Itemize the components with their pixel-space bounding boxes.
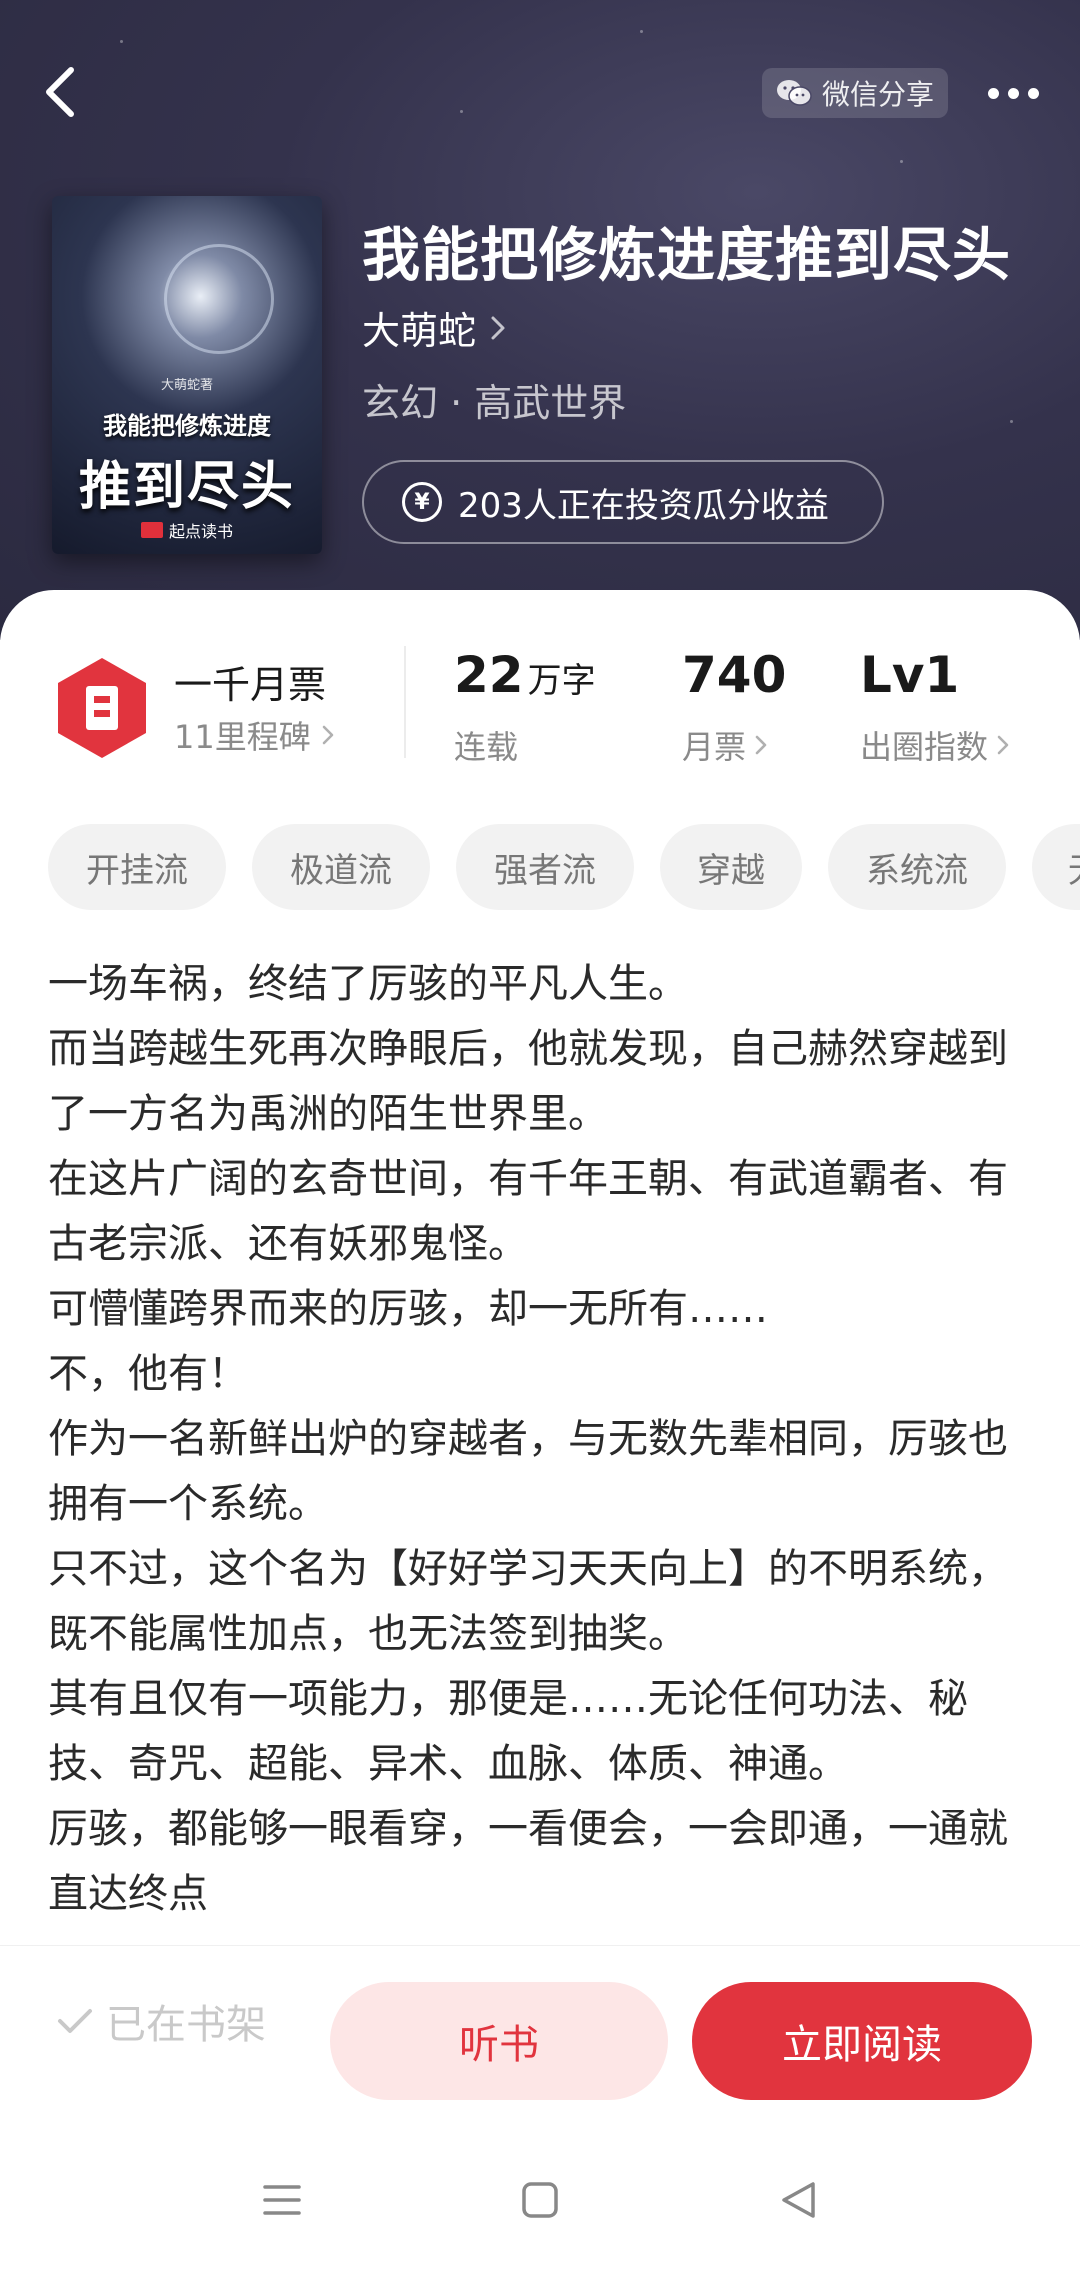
tag-chip[interactable]: 系统流 bbox=[828, 824, 1006, 910]
menu-nav-button[interactable] bbox=[242, 2170, 322, 2230]
book-header: 微信分享 大萌蛇著 我能把修炼进度 推到尽头 起点读书 我能把修炼进度推到尽头 … bbox=[0, 0, 1080, 640]
cover-publisher: 起点读书 bbox=[52, 518, 322, 542]
synopsis-paragraph: 可懵懂跨界而来的厉骇，却一无所有…… bbox=[48, 1286, 768, 1332]
check-icon bbox=[58, 2009, 92, 2033]
home-nav-button[interactable] bbox=[500, 2170, 580, 2230]
on-shelf-label: 已在书架 bbox=[106, 2002, 266, 2048]
stats-divider bbox=[404, 646, 406, 758]
synopsis-paragraph: 其有且仅有一项能力，那便是……无论任何功法、秘技、奇咒、超能、异术、血脉、体质、… bbox=[48, 1676, 968, 1787]
book-cover[interactable]: 大萌蛇著 我能把修炼进度 推到尽头 起点读书 bbox=[52, 196, 322, 554]
milestone-link[interactable]: 11里程碑 bbox=[174, 712, 335, 758]
home-square-icon bbox=[522, 2182, 558, 2218]
share-label: 微信分享 bbox=[821, 78, 934, 111]
more-button[interactable] bbox=[978, 68, 1048, 118]
monthly-ticket-stat[interactable]: 740 月票 bbox=[682, 650, 786, 768]
cover-moon-decoration bbox=[164, 244, 274, 354]
synopsis-paragraph: 在这片广阔的玄奇世间，有千年王朝、有武道霸者、有古老宗派、还有妖邪鬼怪。 bbox=[48, 1156, 1008, 1267]
monthly-ticket-label: 月票 bbox=[682, 728, 747, 766]
listen-button[interactable]: 听书 bbox=[330, 1982, 668, 2100]
serial-status-label: 连载 bbox=[454, 728, 519, 766]
synopsis-paragraph: 而当跨越生死再次睁眼后，他就发现，自己赫然穿越到了一方名为禹洲的陌生世界里。 bbox=[48, 1026, 1008, 1137]
cover-title-line2: 推到尽头 bbox=[78, 457, 295, 517]
synopsis-paragraph: 一场车祸，终结了厉骇的平凡人生。 bbox=[48, 961, 688, 1007]
invest-button[interactable]: ¥ 203人正在投资瓜分收益 bbox=[362, 460, 884, 544]
milestone-title: 一千月票 bbox=[174, 663, 327, 707]
author-link[interactable]: 大萌蛇 bbox=[362, 300, 506, 355]
word-count-value: 22 bbox=[454, 646, 524, 704]
milestone-subtitle: 11里程碑 bbox=[174, 718, 311, 756]
synopsis-paragraph: 厉骇，都能够一眼看穿，一看便会，一会即通，一通就直达终点 bbox=[48, 1806, 1008, 1917]
popularity-index-stat[interactable]: Lv1 出圈指数 bbox=[860, 650, 1010, 768]
cover-title-line1: 我能把修炼进度 bbox=[103, 412, 271, 440]
chevron-right-icon bbox=[491, 316, 505, 339]
word-count-stat: 22 万字 连载 bbox=[454, 650, 596, 768]
publisher-logo-icon bbox=[140, 522, 163, 538]
tag-list: 开挂流 极道流 强者流 穿越 系统流 无 bbox=[48, 824, 1080, 910]
wechat-icon bbox=[776, 80, 812, 106]
tag-chip[interactable]: 无 bbox=[1032, 824, 1080, 910]
synopsis-paragraph: 不，他有！ bbox=[48, 1351, 248, 1397]
star-decoration bbox=[900, 160, 903, 163]
tag-chip[interactable]: 穿越 bbox=[660, 824, 802, 910]
yen-icon: ¥ bbox=[402, 482, 442, 522]
monthly-ticket-value: 740 bbox=[682, 646, 787, 704]
read-now-button[interactable]: 立即阅读 bbox=[692, 1982, 1032, 2100]
back-nav-button[interactable] bbox=[758, 2170, 838, 2230]
synopsis-paragraph: 只不过，这个名为【好好学习天天向上】的不明系统，既不能属性加点，也无法签到抽奖。 bbox=[48, 1546, 1008, 1657]
invest-text: 203人正在投资瓜分收益 bbox=[458, 485, 829, 526]
publisher-name: 起点读书 bbox=[168, 522, 233, 541]
tag-chip[interactable]: 强者流 bbox=[456, 824, 634, 910]
on-bookshelf-indicator: 已在书架 bbox=[56, 1990, 266, 2052]
popularity-index-label: 出圈指数 bbox=[860, 728, 989, 766]
menu-icon bbox=[263, 2185, 301, 2215]
back-button[interactable] bbox=[28, 60, 92, 124]
more-icon bbox=[987, 87, 1039, 99]
tag-chip[interactable]: 开挂流 bbox=[48, 824, 226, 910]
star-decoration bbox=[1010, 420, 1013, 423]
tag-chip[interactable]: 极道流 bbox=[252, 824, 430, 910]
wechat-share-button[interactable]: 微信分享 bbox=[762, 68, 948, 118]
synopsis: 一场车祸，终结了厉骇的平凡人生。 而当跨越生死再次睁眼后，他就发现，自己赫然穿越… bbox=[48, 952, 1008, 1942]
chevron-right-icon bbox=[755, 735, 767, 755]
back-triangle-icon bbox=[782, 2182, 815, 2218]
genre-label: 玄幻 · 高武世界 bbox=[362, 381, 627, 425]
star-decoration bbox=[460, 110, 463, 113]
cover-author-text: 大萌蛇著 bbox=[160, 378, 213, 393]
bottom-action-bar: 已在书架 听书 立即阅读 bbox=[0, 1945, 1080, 2100]
author-name: 大萌蛇 bbox=[362, 309, 477, 353]
chevron-right-icon bbox=[322, 725, 334, 745]
word-count-unit: 万字 bbox=[527, 661, 596, 701]
synopsis-paragraph: 作为一名新鲜出炉的穿越者，与无数先辈相同，厉骇也拥有一个系统。 bbox=[48, 1416, 1008, 1527]
star-decoration bbox=[640, 30, 643, 33]
milestone-badge-icon bbox=[58, 658, 146, 758]
star-decoration bbox=[120, 40, 123, 43]
back-icon bbox=[46, 67, 74, 117]
book-title: 我能把修炼进度推到尽头 bbox=[362, 221, 1012, 289]
chevron-right-icon bbox=[997, 735, 1009, 755]
popularity-index-value: Lv1 bbox=[860, 646, 960, 704]
system-navigation-bar bbox=[0, 2140, 1080, 2271]
